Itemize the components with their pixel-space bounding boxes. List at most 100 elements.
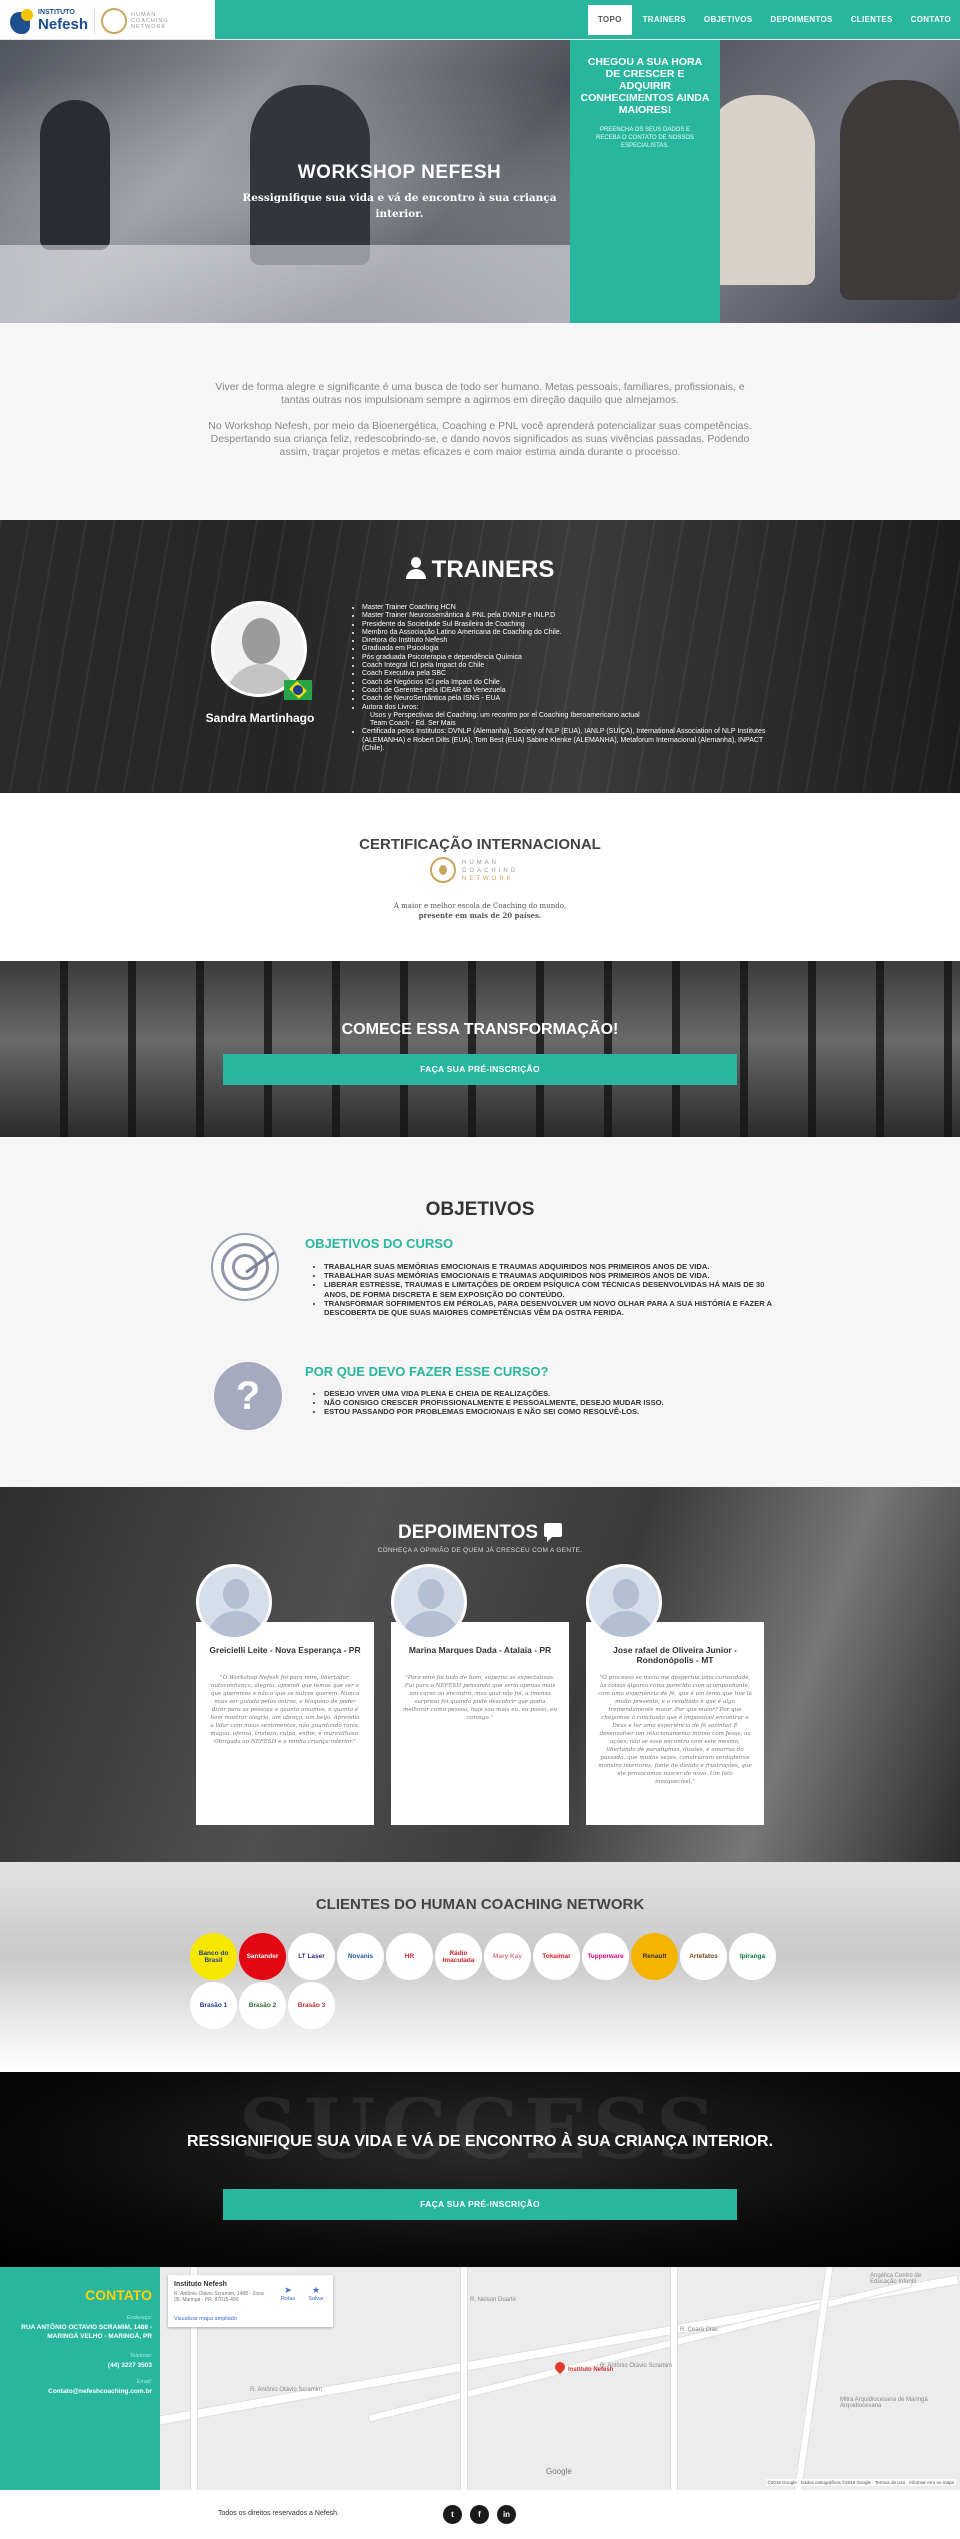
nefesh-logo-icon bbox=[8, 6, 38, 36]
objective-item: TRANSFORMAR SOFRIMENTOS EM PÉROLAS, PARA… bbox=[324, 1299, 772, 1317]
objective-item: NÃO CONSIGO CRESCER PROFISSIONALMENTE E … bbox=[324, 1398, 772, 1407]
ressignifique-title: RESSIGNIFIQUE SUA VIDA E VÁ DE ENCONTRO … bbox=[186, 2133, 774, 2150]
place-label: Mitra Arquidiocesana de Maringá Arquidio… bbox=[840, 2397, 928, 2409]
hero-photo-person bbox=[840, 80, 960, 300]
testimonial-quote: "O Workshop Nefesh foi para mim, liberta… bbox=[210, 1675, 360, 1745]
depoimentos-subtitle: CONHEÇA A OPINIÃO DE QUEM JÁ CRESCEU COM… bbox=[377, 1547, 583, 1554]
nav-depoimentos[interactable]: DEPOIMENTOS bbox=[761, 0, 841, 39]
cert-description: A maior e melhor escola de Coaching do m… bbox=[393, 902, 567, 920]
cta-ressignifique-section: SUCCESS RESSIGNIFIQUE SUA VIDA E VÁ DE E… bbox=[0, 2072, 960, 2267]
contato-section: CONTATO Endereço: RUA ANTÔNIO OCTAVIO SC… bbox=[0, 2267, 960, 2490]
email-value[interactable]: Contato@nefeshcoaching.com.br bbox=[2, 2387, 152, 2396]
client-logo: Santander bbox=[239, 1933, 286, 1980]
lead-box-text: PREENCHA OS SEUS DADOS E RECEBA O CONTAT… bbox=[595, 127, 695, 149]
footer-copyright: Todos os direitos reservados a Nefesh. bbox=[218, 2510, 340, 2517]
logo[interactable]: INSTITUTO Nefesh HUMAN COACHING NETWORK bbox=[8, 4, 204, 37]
nav-clientes[interactable]: CLIENTES bbox=[842, 0, 902, 39]
hero-photo-table bbox=[0, 245, 570, 323]
testimonial-card[interactable]: Jose rafael de Oliveira Junior - Rondonó… bbox=[586, 1622, 764, 1825]
hcn-logo-icon bbox=[101, 7, 128, 34]
client-logo: Brasão 2 bbox=[239, 1982, 286, 2029]
lead-form-box: CHEGOU A SUA HORA DE CRESCER E ADQUIRIR … bbox=[570, 40, 720, 323]
credential-item: Diretora do Instituto Nefesh bbox=[362, 637, 768, 645]
credential-item: Coach de NeuroSemântica pela ISNS - EUA bbox=[362, 695, 768, 703]
client-logo: HR bbox=[386, 1933, 433, 1980]
client-logo: Ipiranga bbox=[729, 1933, 776, 1980]
directions-icon: ➤ bbox=[284, 2285, 292, 2295]
testimonial-avatar bbox=[391, 1564, 467, 1640]
credential-item: Usos y Perspectivas del Coaching: um rec… bbox=[370, 711, 640, 719]
contato-title: CONTATO bbox=[85, 2287, 152, 2303]
logo-big-text: Nefesh bbox=[38, 16, 89, 33]
testimonial-name: Greicielli Leite - Nova Esperança - PR bbox=[209, 1645, 361, 1655]
objective-item: TRABALHAR SUAS MEMÓRIAS EMOCIONAIS E TRA… bbox=[324, 1271, 772, 1280]
objective-item: TRABALHAR SUAS MEMÓRIAS EMOCIONAIS E TRA… bbox=[324, 1262, 772, 1271]
testimonial-avatar bbox=[586, 1564, 662, 1640]
hcn-logo-text: HUMAN COACHING NETWORK bbox=[131, 11, 169, 30]
map-copyright[interactable]: ©2018 Google · Dados cartográficos ©2018… bbox=[765, 2479, 956, 2486]
chat-icon bbox=[544, 1523, 563, 1542]
pre-inscription-button[interactable]: FAÇA SUA PRÉ-INSCRIÇÃO bbox=[223, 2189, 737, 2220]
credential-item: Coach Integral ICI pela Impact do Chile bbox=[362, 662, 768, 670]
testimonial-quote: "O processo se inicia me despertou uma c… bbox=[598, 1675, 752, 1785]
question-icon: ? bbox=[214, 1362, 282, 1430]
client-logo: Brasão 1 bbox=[190, 1982, 237, 2029]
intro-paragraph-1: Viver de forma alegre e significante é u… bbox=[215, 381, 745, 406]
pre-inscription-button[interactable]: FAÇA SUA PRÉ-INSCRIÇÃO bbox=[223, 1054, 737, 1085]
map-place-name: Instituto Nefesh bbox=[174, 2281, 227, 2288]
contact-info: CONTATO Endereço: RUA ANTÔNIO OCTAVIO SC… bbox=[0, 2267, 160, 2490]
map-pin-label: Instituto Nefesh bbox=[568, 2367, 614, 2373]
credential-item: Graduada em Psicologia bbox=[362, 645, 768, 653]
clientes-title: CLIENTES DO HUMAN COACHING NETWORK bbox=[315, 1896, 645, 1913]
nav-objetivos[interactable]: OBJETIVOS bbox=[695, 0, 762, 39]
twitter-icon[interactable]: t bbox=[443, 2505, 462, 2524]
depoimentos-section: DEPOIMENTOS CONHEÇA A OPINIÃO DE QUEM JÁ… bbox=[0, 1487, 960, 1862]
phone-value[interactable]: (44) 3227 3503 bbox=[2, 2361, 152, 2370]
linkedin-icon[interactable]: in bbox=[497, 2505, 516, 2524]
credential-item: Membro da Associação Latino Americana de… bbox=[362, 629, 768, 637]
site-footer: Todos os direitos reservados a Nefesh. t… bbox=[0, 2490, 960, 2539]
client-logo: Tokaimar bbox=[533, 1933, 580, 1980]
email-label: Email: bbox=[136, 2379, 152, 2385]
hcn-logo-text: HUMAN COACHING NETWORK bbox=[462, 860, 519, 882]
address-value: RUA ANTÔNIO OCTAVIO SCRAMIM, 1488 - MARI… bbox=[21, 2324, 152, 2340]
save-place-button[interactable]: ★ Salvar bbox=[304, 2285, 328, 2302]
client-logo: Renault bbox=[631, 1933, 678, 1980]
client-logo: Brasão 3 bbox=[288, 1982, 335, 2029]
map-place-address: R. Antônio Otávio Scramim, 1488 - Zona 0… bbox=[174, 2291, 264, 2303]
objective-item: ESTOU PASSANDO POR PROBLEMAS EMOCIONAIS … bbox=[324, 1407, 772, 1416]
nav-topo[interactable]: TOPO bbox=[587, 5, 632, 35]
credential-item: Master Trainer Neurossemântica & PNL pel… bbox=[362, 612, 768, 620]
hero-subtitle: Ressignifique sua vida e vá de encontro … bbox=[242, 192, 557, 220]
address-label: Endereço: bbox=[126, 2315, 152, 2321]
facebook-icon[interactable]: f bbox=[470, 2505, 489, 2524]
directions-button[interactable]: ➤ Rotas bbox=[276, 2285, 300, 2302]
depoimentos-title: DEPOIMENTOS bbox=[0, 1522, 960, 1544]
certification-section: CERTIFICAÇÃO INTERNACIONAL HUMAN COACHIN… bbox=[0, 793, 960, 961]
success-background-word: SUCCESS bbox=[238, 2082, 722, 2178]
street-label: R. Ceará Dias bbox=[680, 2327, 718, 2333]
city-background bbox=[0, 961, 960, 1137]
view-larger-map-link[interactable]: Visualizar mapa ampliado bbox=[174, 2316, 237, 2322]
client-logo: Tupperware bbox=[582, 1933, 629, 1980]
phone-label: Telefone: bbox=[129, 2353, 152, 2359]
user-icon bbox=[405, 557, 426, 579]
credential-item: Autora dos Livros: bbox=[362, 704, 768, 712]
logo-divider bbox=[94, 7, 96, 34]
nav-trainers[interactable]: TRAINERS bbox=[634, 0, 695, 39]
credential-item: Coach de Gerentes pela IDEAR da Venezuel… bbox=[362, 687, 768, 695]
testimonial-card: Marina Marques Dada - Atalaia - PR "Para… bbox=[391, 1622, 569, 1825]
nav-contato[interactable]: CONTATO bbox=[902, 0, 960, 39]
objetivos-title: OBJETIVOS bbox=[425, 1199, 535, 1220]
client-logo: Novanis bbox=[337, 1933, 384, 1980]
hero-section: WORKSHOP NEFESH Ressignifique sua vida e… bbox=[0, 40, 960, 323]
why-list: DESEJO VIVER UMA VIDA PLENA E CHEIA DE R… bbox=[312, 1389, 772, 1417]
credential-item: Coach de Negócios ICI pela Impact do Chi… bbox=[362, 679, 768, 687]
cta-title: COMECE ESSA TRANSFORMAÇÃO! bbox=[341, 1021, 619, 1038]
google-map[interactable]: R. Antônio Otávio Scramim R. Antônio Otá… bbox=[160, 2267, 960, 2490]
clientes-section: CLIENTES DO HUMAN COACHING NETWORK Banco… bbox=[0, 1862, 960, 2072]
why-heading: POR QUE DEVO FAZER ESSE CURSO? bbox=[305, 1364, 549, 1379]
map-road bbox=[367, 2279, 913, 2423]
brazil-flag-icon bbox=[284, 680, 312, 700]
hcn-logo-icon bbox=[430, 857, 456, 883]
